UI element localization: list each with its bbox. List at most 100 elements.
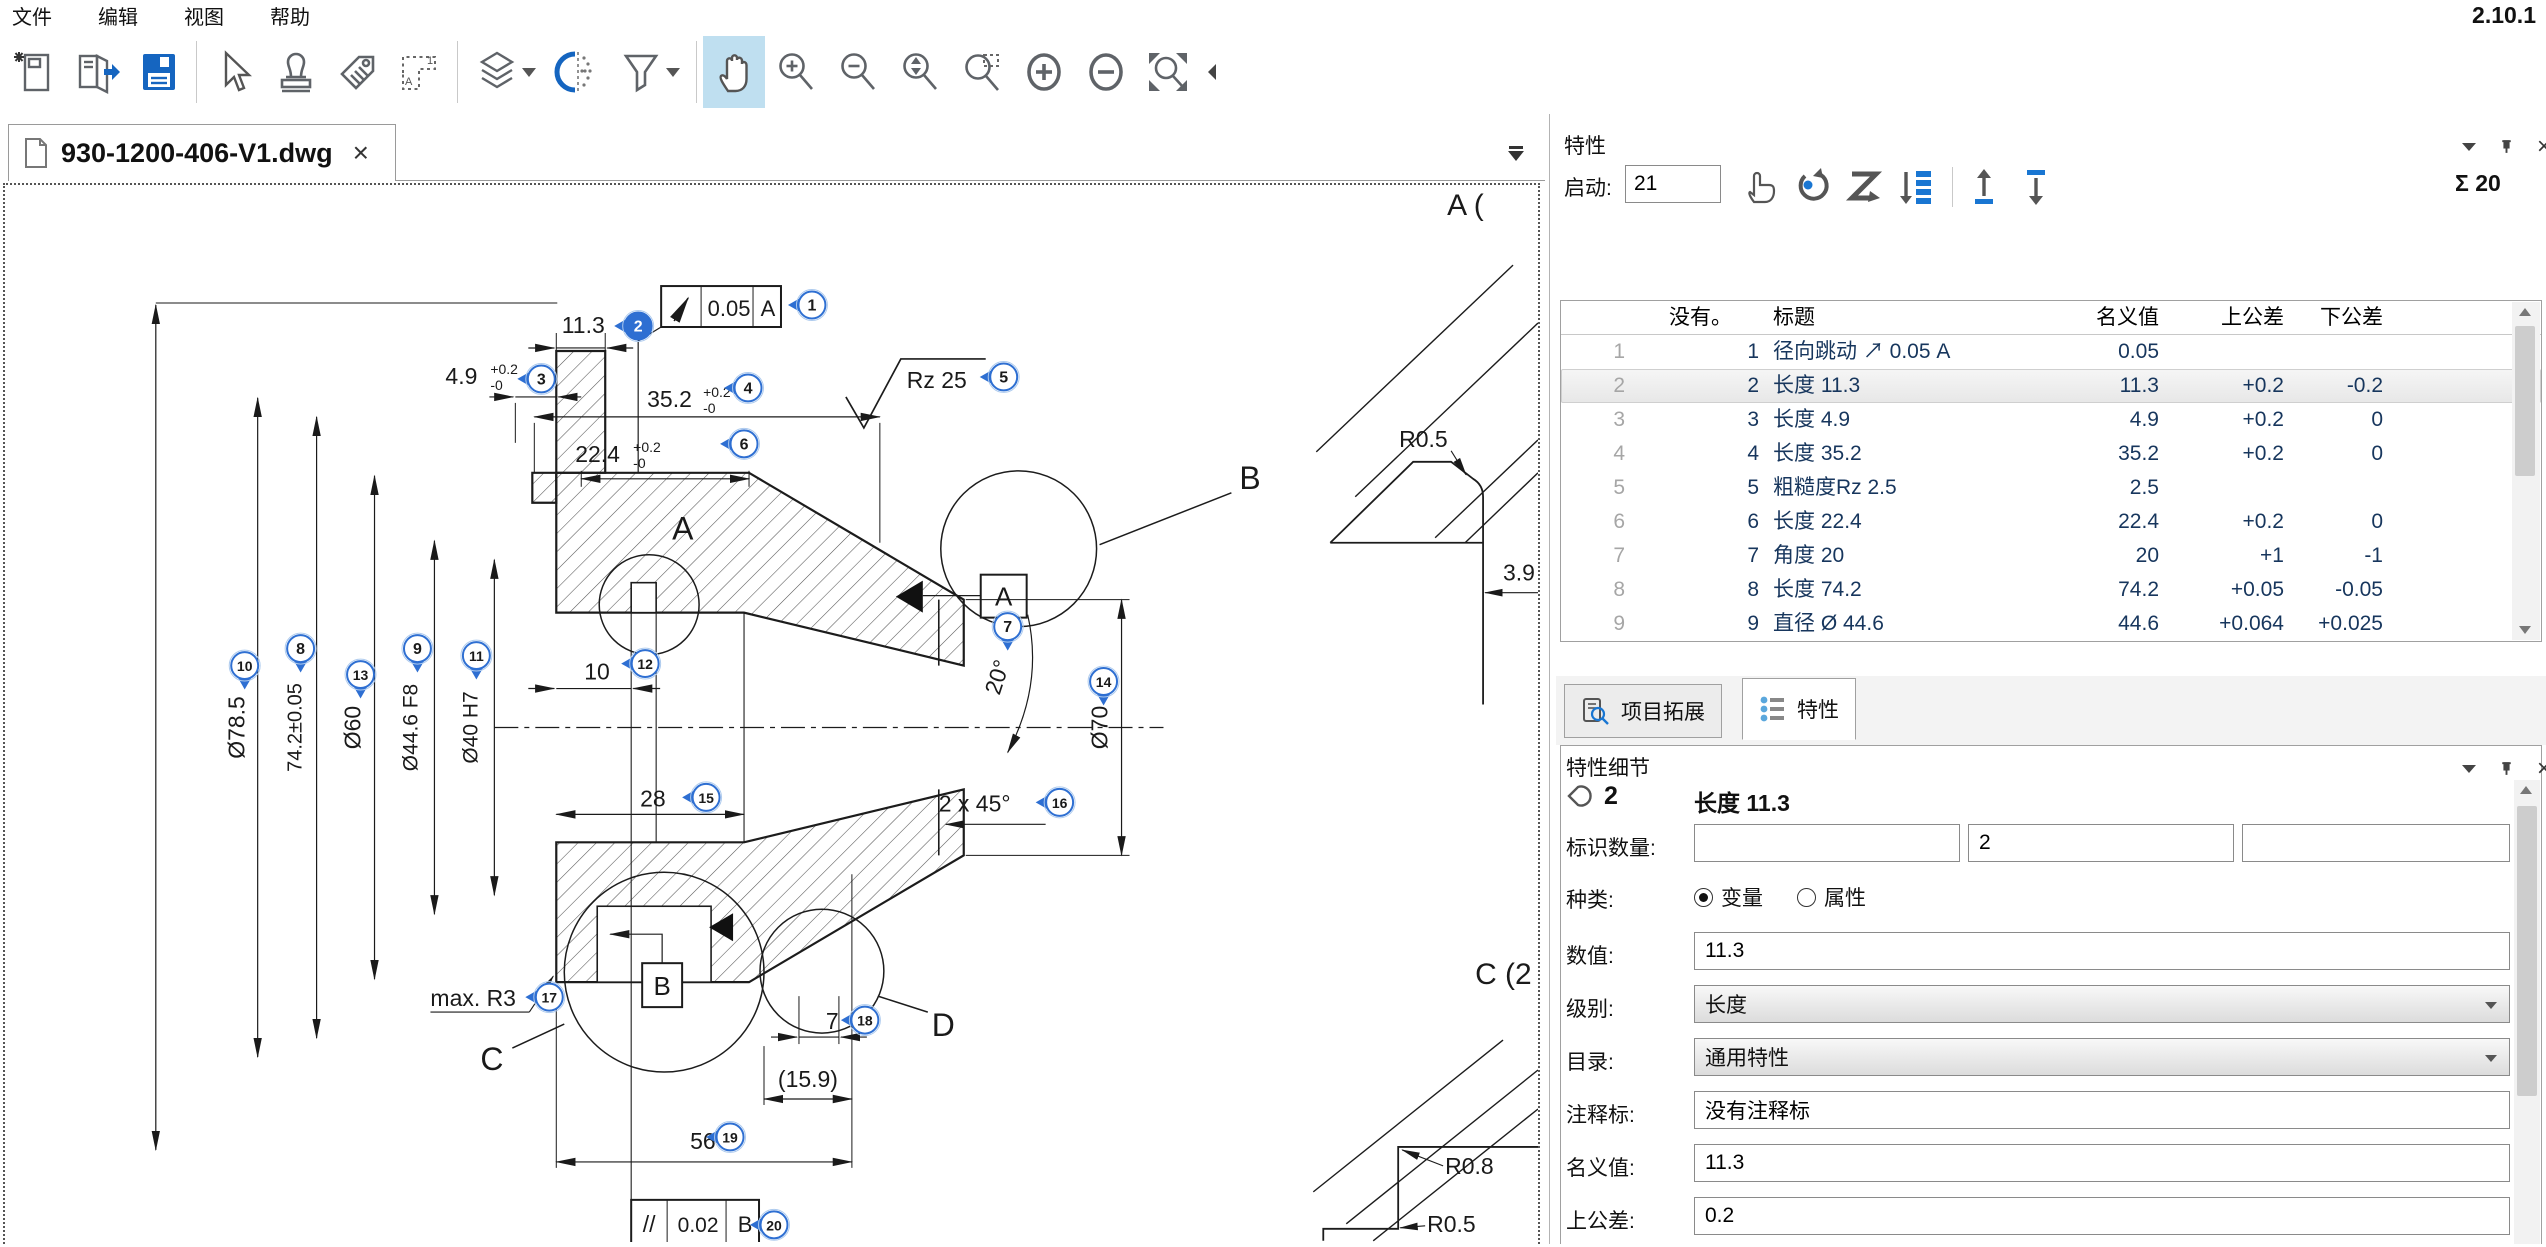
- increase-button[interactable]: [1013, 36, 1075, 108]
- balloon-17[interactable]: 17: [525, 982, 564, 1013]
- filter-button[interactable]: [608, 36, 690, 108]
- tab-close-icon[interactable]: ×: [353, 137, 369, 169]
- sum-badge: Σ 20: [2455, 170, 2501, 197]
- id-count-label: 标识数量:: [1566, 832, 1656, 862]
- nominal-input[interactable]: [1694, 1144, 2510, 1182]
- table-cell: 5: [1561, 471, 1653, 505]
- start-input[interactable]: [1625, 165, 1721, 203]
- balloon-12[interactable]: 12: [621, 648, 660, 679]
- menu-help[interactable]: 帮助: [270, 1, 310, 30]
- balloon-13[interactable]: 13: [345, 659, 376, 698]
- drawing-viewport[interactable]: 11.34.9+0.2-035.2+0.2-022.4+0.2-0Rz 25AB…: [3, 183, 1540, 1244]
- table-row[interactable]: 22长度 11.311.3+0.2-0.2: [1561, 369, 2541, 403]
- upper-tolerance-input[interactable]: [1694, 1197, 2510, 1235]
- table-row[interactable]: 77角度 2020+1-1: [1561, 539, 2541, 573]
- panel-menu-caret-icon[interactable]: [2462, 765, 2476, 773]
- value-input[interactable]: [1694, 932, 2510, 970]
- move-bottom-icon[interactable]: [2019, 166, 2061, 208]
- menu-view[interactable]: 视图: [184, 1, 224, 30]
- table-row[interactable]: 88长度 74.274.2+0.05-0.05: [1561, 573, 2541, 607]
- table-cell: 1: [1653, 335, 1763, 369]
- new-document-button[interactable]: [4, 36, 66, 108]
- panel-close-icon[interactable]: ×: [2537, 139, 2546, 155]
- balloon-7[interactable]: 7: [992, 611, 1023, 650]
- zoom-dynamic-button[interactable]: [889, 36, 951, 108]
- balloon-1[interactable]: 1: [788, 290, 827, 321]
- tab-overflow-button[interactable]: [1504, 146, 1528, 172]
- save-button[interactable]: [128, 36, 190, 108]
- rotate-icon[interactable]: [1792, 166, 1834, 208]
- balloon-14[interactable]: 14: [1088, 666, 1119, 705]
- drawing-text: 7: [826, 1008, 839, 1034]
- pin-icon[interactable]: [2498, 138, 2515, 155]
- table-row[interactable]: 44长度 35.235.2+0.20: [1561, 437, 2541, 471]
- table-row[interactable]: 66长度 22.422.4+0.20: [1561, 505, 2541, 539]
- layers-button[interactable]: [464, 36, 546, 108]
- move-top-icon[interactable]: [1967, 166, 2009, 208]
- table-row[interactable]: 99直径 Ø 44.644.6+0.064+0.025: [1561, 607, 2541, 641]
- menu-edit[interactable]: 编辑: [98, 1, 138, 30]
- panel-menu-caret-icon[interactable]: [2462, 143, 2476, 151]
- characteristics-table: 没有。 标题 名义值 上公差 下公差 11径向跳动 ↗ 0.05 A0.0522…: [1560, 300, 2542, 642]
- tag-button[interactable]: [327, 36, 389, 108]
- pick-hand-icon[interactable]: [1740, 166, 1782, 208]
- drawing-text: -0: [490, 377, 503, 393]
- panel-divider[interactable]: [1549, 114, 1550, 1244]
- stamp-button[interactable]: [265, 36, 327, 108]
- open-document-button[interactable]: [66, 36, 128, 108]
- id-count-input-3[interactable]: [2242, 824, 2510, 862]
- balloon-6[interactable]: 6: [720, 428, 759, 459]
- balloon-9[interactable]: 9: [402, 633, 433, 672]
- table-row[interactable]: 33长度 4.94.9+0.20: [1561, 403, 2541, 437]
- document-tab[interactable]: 930-1200-406-V1.dwg ×: [8, 124, 396, 181]
- balloon-11[interactable]: 11: [461, 640, 492, 679]
- table-header: 没有。 标题 名义值 上公差 下公差: [1561, 301, 2541, 335]
- pan-button[interactable]: [703, 36, 765, 108]
- list-order-icon[interactable]: [1896, 166, 1938, 208]
- balloon-8[interactable]: 8: [285, 633, 316, 672]
- table-row[interactable]: 55粗糙度Rz 2.52.5: [1561, 471, 2541, 505]
- catalog-select[interactable]: 通用特性: [1694, 1038, 2510, 1076]
- class-select[interactable]: 长度: [1694, 985, 2510, 1023]
- balloon-3[interactable]: 3: [517, 363, 556, 394]
- id-count-input-2[interactable]: [1968, 824, 2234, 862]
- radio-variable[interactable]: 变量: [1694, 882, 1763, 912]
- zoom-fit-button[interactable]: [1137, 36, 1199, 108]
- radio-attribute[interactable]: 属性: [1797, 882, 1866, 912]
- zoom-window-button[interactable]: [951, 36, 1013, 108]
- balloon-15[interactable]: 15: [682, 782, 721, 813]
- drawing-text: 20°: [979, 657, 1014, 698]
- drawing-canvas[interactable]: 11.34.9+0.2-035.2+0.2-022.4+0.2-0Rz 25AB…: [5, 185, 1538, 1242]
- drawing-text: (15.9): [778, 1066, 838, 1092]
- balloon-5[interactable]: 5: [980, 361, 1019, 392]
- balloon-18[interactable]: 18: [841, 1005, 880, 1036]
- table-cell: -0.05: [2288, 573, 2387, 607]
- id-count-input-1[interactable]: [1694, 824, 1960, 862]
- drawing-text: A: [672, 511, 694, 547]
- menu-file[interactable]: 文件: [12, 1, 52, 30]
- open-document-icon: [74, 49, 120, 95]
- balloon-2[interactable]: 2: [614, 311, 653, 342]
- details-panel-title: 特性细节: [1566, 752, 1650, 782]
- note-input[interactable]: [1694, 1091, 2510, 1129]
- drawing-text: 74.2±0.05: [285, 683, 307, 772]
- toolbar-collapse-button[interactable]: [1199, 36, 1225, 108]
- select-button[interactable]: [203, 36, 265, 108]
- balloon-10[interactable]: 10: [229, 650, 260, 689]
- pin-icon[interactable]: [2498, 760, 2515, 777]
- partial-view-button[interactable]: 1A: [389, 36, 451, 108]
- zoom-in-button[interactable]: [765, 36, 827, 108]
- decrease-button[interactable]: [1075, 36, 1137, 108]
- table-row[interactable]: 11径向跳动 ↗ 0.05 A0.05: [1561, 335, 2541, 369]
- details-scrollbar[interactable]: [2514, 780, 2540, 1244]
- mirror-view-button[interactable]: [546, 36, 608, 108]
- tab-characteristics[interactable]: 特性: [1742, 678, 1856, 740]
- table-cell: 0: [2288, 437, 2387, 471]
- tab-project-expand[interactable]: 项目拓展: [1564, 684, 1722, 738]
- table-scrollbar[interactable]: [2512, 302, 2540, 640]
- panel-close-icon[interactable]: ×: [2537, 761, 2546, 777]
- balloon-16[interactable]: 16: [1036, 787, 1075, 818]
- zoom-out-button[interactable]: [827, 36, 889, 108]
- svg-text:1: 1: [808, 298, 817, 315]
- z-order-icon[interactable]: [1844, 166, 1886, 208]
